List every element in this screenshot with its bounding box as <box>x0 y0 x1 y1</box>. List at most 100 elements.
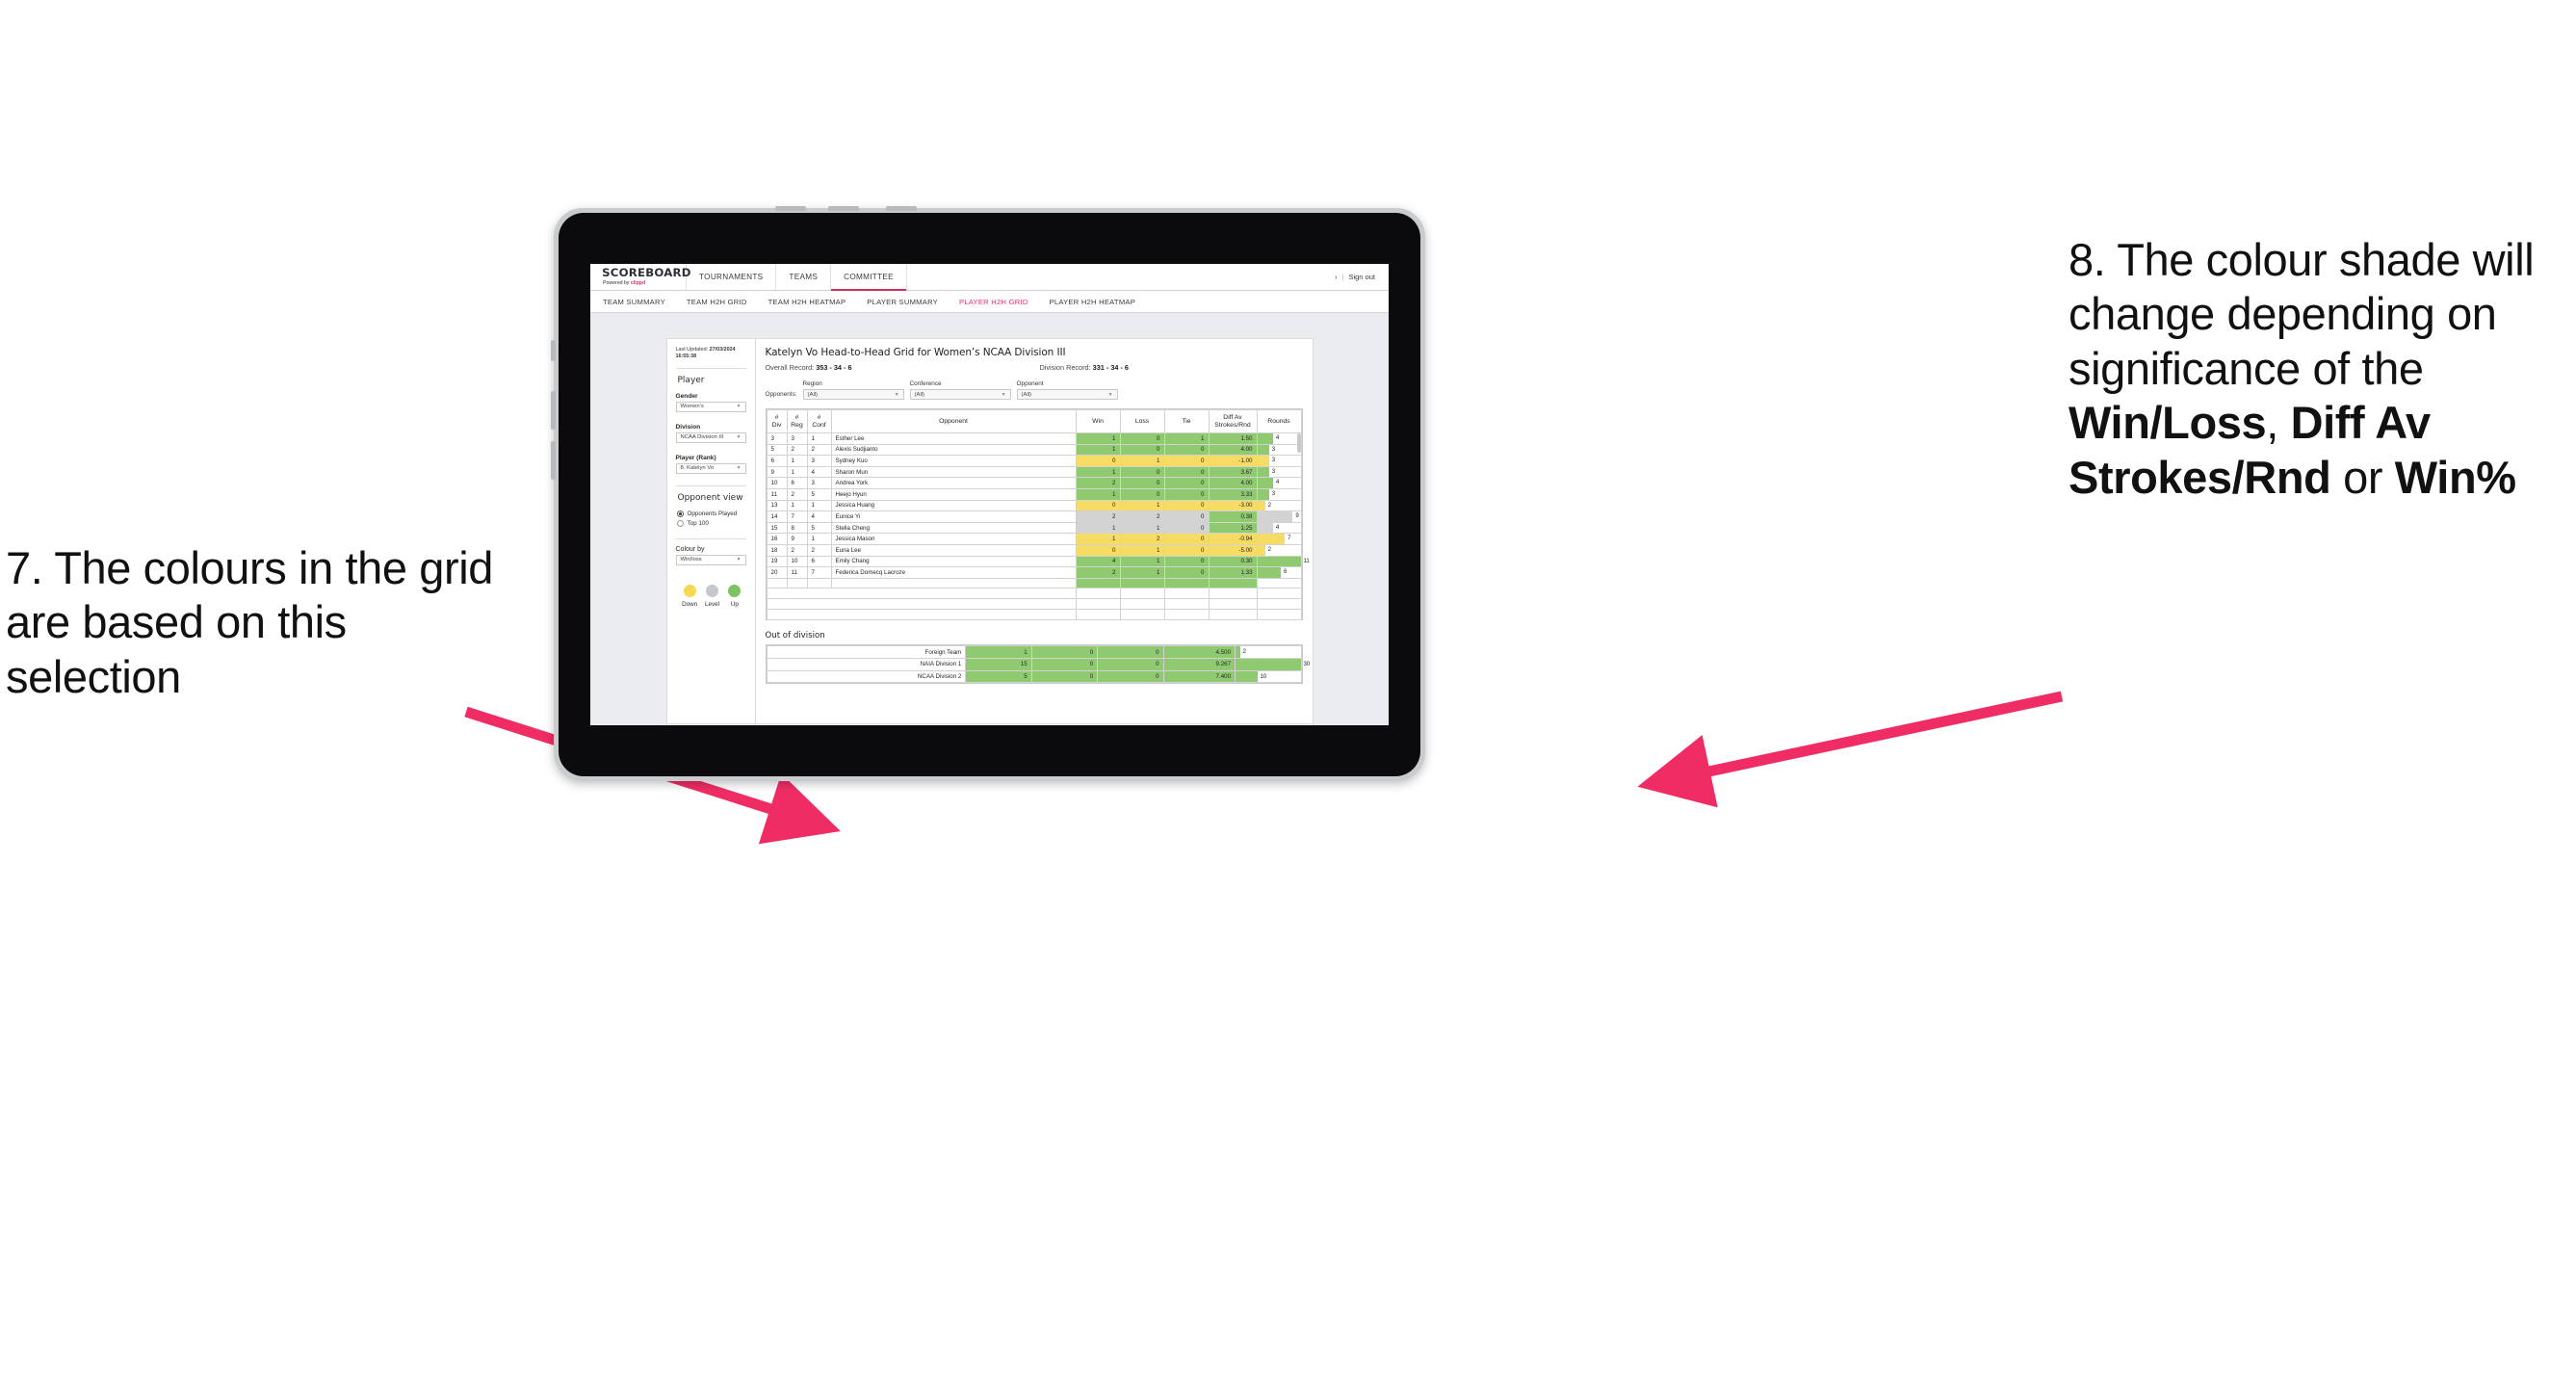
cell-tie: 0 <box>1097 645 1164 659</box>
scoreboard-logo[interactable]: SCOREBOARD Powered by clippd <box>590 264 691 290</box>
cell-loss: 2 <box>1119 510 1165 523</box>
region-caption: Region <box>802 380 822 387</box>
colour-by-select[interactable]: Win/loss ▼ <box>675 554 746 565</box>
col-div[interactable]: # Div <box>766 409 788 433</box>
col-conf[interactable]: # Conf <box>806 409 832 433</box>
cell-reg: 11 <box>786 566 808 579</box>
cell-div: 10 <box>766 477 788 489</box>
blank-cell <box>831 588 1077 600</box>
table-row[interactable]: 13 1 1 Jessica Huang 0 1 0 -3.00 2 <box>766 499 1302 512</box>
topnav-tournaments[interactable]: TOURNAMENTS <box>687 264 777 290</box>
blank-cell <box>1119 609 1165 621</box>
cell-win: 1 <box>1075 432 1121 445</box>
player-rank-select[interactable]: 8. Katelyn Vo ▼ <box>675 462 746 474</box>
table-row[interactable]: 9 1 4 Sharon Mun 1 0 0 3.67 3 <box>766 465 1302 479</box>
blank-cell <box>807 598 831 611</box>
colour-by-value: Win/loss <box>680 557 702 563</box>
cell-loss: 2 <box>1119 533 1165 545</box>
subnav-team-h2h-grid[interactable]: TEAM H2H GRID <box>687 298 747 306</box>
col-tie[interactable]: Tie <box>1163 409 1210 433</box>
table-row[interactable]: 19 10 6 Emily Chang 4 1 0 0.30 11 <box>766 555 1310 568</box>
table-row[interactable]: 6 1 3 Sydney Kuo 0 1 0 -1.00 3 <box>766 455 1302 467</box>
conference-select[interactable]: (All) ▼ <box>909 389 1011 400</box>
rounds-bar <box>1257 456 1269 466</box>
table-row[interactable]: 20 11 7 Federica Domecq Lacroze 2 1 0 1.33 6 <box>766 566 1302 579</box>
gender-select[interactable]: Women’s ▼ <box>675 401 746 412</box>
subnav-player-summary[interactable]: PLAYER SUMMARY <box>867 298 938 306</box>
device-power-button[interactable] <box>551 340 556 361</box>
cell-loss: 0 <box>1030 669 1099 684</box>
topnav-committee[interactable]: COMMITTEE <box>831 264 907 291</box>
cell-loss: 1 <box>1119 521 1165 535</box>
subnav-player-h2h-grid[interactable]: PLAYER H2H GRID <box>959 298 1028 306</box>
col-win[interactable]: Win <box>1075 409 1121 433</box>
cell-rounds-bar: 3 <box>1256 443 1302 457</box>
table-row[interactable]: 16 9 1 Jessica Mason 1 2 0 -0.94 7 <box>766 533 1302 545</box>
cell-diff: -1.00 <box>1208 455 1258 467</box>
annotation-8-bold-winloss: Win/Loss <box>2069 397 2267 449</box>
grid-scrollbar[interactable] <box>1296 433 1301 453</box>
division-label: Division <box>675 423 701 431</box>
subnav-team-summary[interactable]: TEAM SUMMARY <box>603 298 665 306</box>
radio-opponents-played[interactable]: Opponents Played <box>676 510 746 517</box>
sign-out-link[interactable]: Sign out <box>1348 273 1375 281</box>
cell-loss: 1 <box>1119 499 1165 512</box>
table-row[interactable]: 10 6 3 Andrea York 2 0 0 4.00 4 <box>766 477 1302 489</box>
cell-win: 1 <box>1075 487 1121 501</box>
subnav-team-h2h-heatmap[interactable]: TEAM H2H HEATMAP <box>768 298 846 306</box>
table-row[interactable]: 15 8 5 Stella Cheng 1 1 0 1.25 4 <box>766 521 1302 535</box>
table-row[interactable]: 11 2 5 Heejo Hyun 1 0 0 3.33 3 <box>766 487 1302 501</box>
blank-cell <box>787 609 807 621</box>
cell-loss: 1 <box>1119 455 1165 467</box>
cell-opponent: Sharon Mun <box>830 465 1077 479</box>
opponent-value: (All) <box>1021 391 1032 398</box>
col-loss[interactable]: Loss <box>1119 409 1165 433</box>
rounds-value: 11 <box>1303 557 1310 564</box>
cell-rounds-bar: 4 <box>1256 432 1302 445</box>
table-blank-row <box>766 588 1302 600</box>
table-row[interactable]: 3 3 1 Esther Lee 1 0 1 1.50 4 <box>766 432 1302 445</box>
col-opponent[interactable]: Opponent <box>830 409 1077 433</box>
chevron-right-icon[interactable]: › <box>1335 273 1338 281</box>
table-blank-row <box>766 598 1302 611</box>
division-record-value: 331 - 34 - 6 <box>1092 363 1129 372</box>
out-of-division-row[interactable]: NCAA Division 2 5 0 0 7.400 10 <box>766 669 1302 684</box>
cell-conf: 5 <box>806 521 832 535</box>
cell-win: 1 <box>1075 443 1121 457</box>
cell-opponent: Andrea York <box>830 477 1077 489</box>
col-reg[interactable]: # Reg <box>786 409 808 433</box>
rounds-bar <box>1257 478 1273 488</box>
gender-label: Gender <box>675 392 698 400</box>
cell-win: 0 <box>1075 455 1121 467</box>
table-row[interactable]: 5 2 2 Alexis Sudjianto 1 0 0 4.00 3 <box>766 443 1302 457</box>
subnav-player-h2h-heatmap[interactable]: PLAYER H2H HEATMAP <box>1050 298 1135 306</box>
division-select[interactable]: NCAA Division III ▼ <box>675 431 746 443</box>
col-rounds[interactable]: Rounds <box>1256 409 1302 433</box>
cell-reg: 1 <box>786 455 808 467</box>
table-row[interactable]: 14 7 4 Eunice Yi 2 2 0 0.38 9 <box>766 510 1302 523</box>
blank-cell <box>831 609 1077 621</box>
out-of-division-row[interactable]: Foreign Team 1 0 0 4.500 2 <box>766 645 1302 659</box>
cell-tie <box>1163 577 1210 589</box>
radio-top-100[interactable]: Top 100 <box>676 519 746 527</box>
device-volume-down-button[interactable] <box>551 441 556 480</box>
col-diff-av-strokes[interactable]: Diff Av Strokes/Rnd <box>1208 409 1258 433</box>
h2h-header-row: # Div # Reg # Conf Opponent Win Loss Tie Di… <box>766 409 1302 433</box>
out-of-division-row[interactable]: NAIA Division 1 15 0 0 9.267 30 <box>766 657 1310 671</box>
cell-diff: 0.38 <box>1208 510 1258 523</box>
rounds-value: 2 <box>1267 501 1272 509</box>
cell-div: 16 <box>766 533 788 545</box>
gender-value: Women’s <box>680 404 704 410</box>
cell-opponent: Federica Domecq Lacroze <box>830 566 1077 579</box>
device-volume-up-button[interactable] <box>551 391 556 430</box>
opponent-select[interactable]: (All) ▼ <box>1016 389 1118 400</box>
annotation-7: 7. The colours in the grid are based on … <box>6 542 494 702</box>
table-row[interactable]: 18 2 2 Euna Lee 0 1 0 -5.00 2 <box>766 543 1302 557</box>
cell-diff: 4.00 <box>1208 443 1258 457</box>
cell-loss: 0 <box>1119 487 1165 501</box>
region-select[interactable]: (All) ▼ <box>802 389 904 400</box>
topnav-teams[interactable]: TEAMS <box>776 264 832 290</box>
rounds-value: 4 <box>1275 523 1280 531</box>
device-antenna-band-2 <box>828 206 859 211</box>
legend-dot-down <box>683 584 696 597</box>
